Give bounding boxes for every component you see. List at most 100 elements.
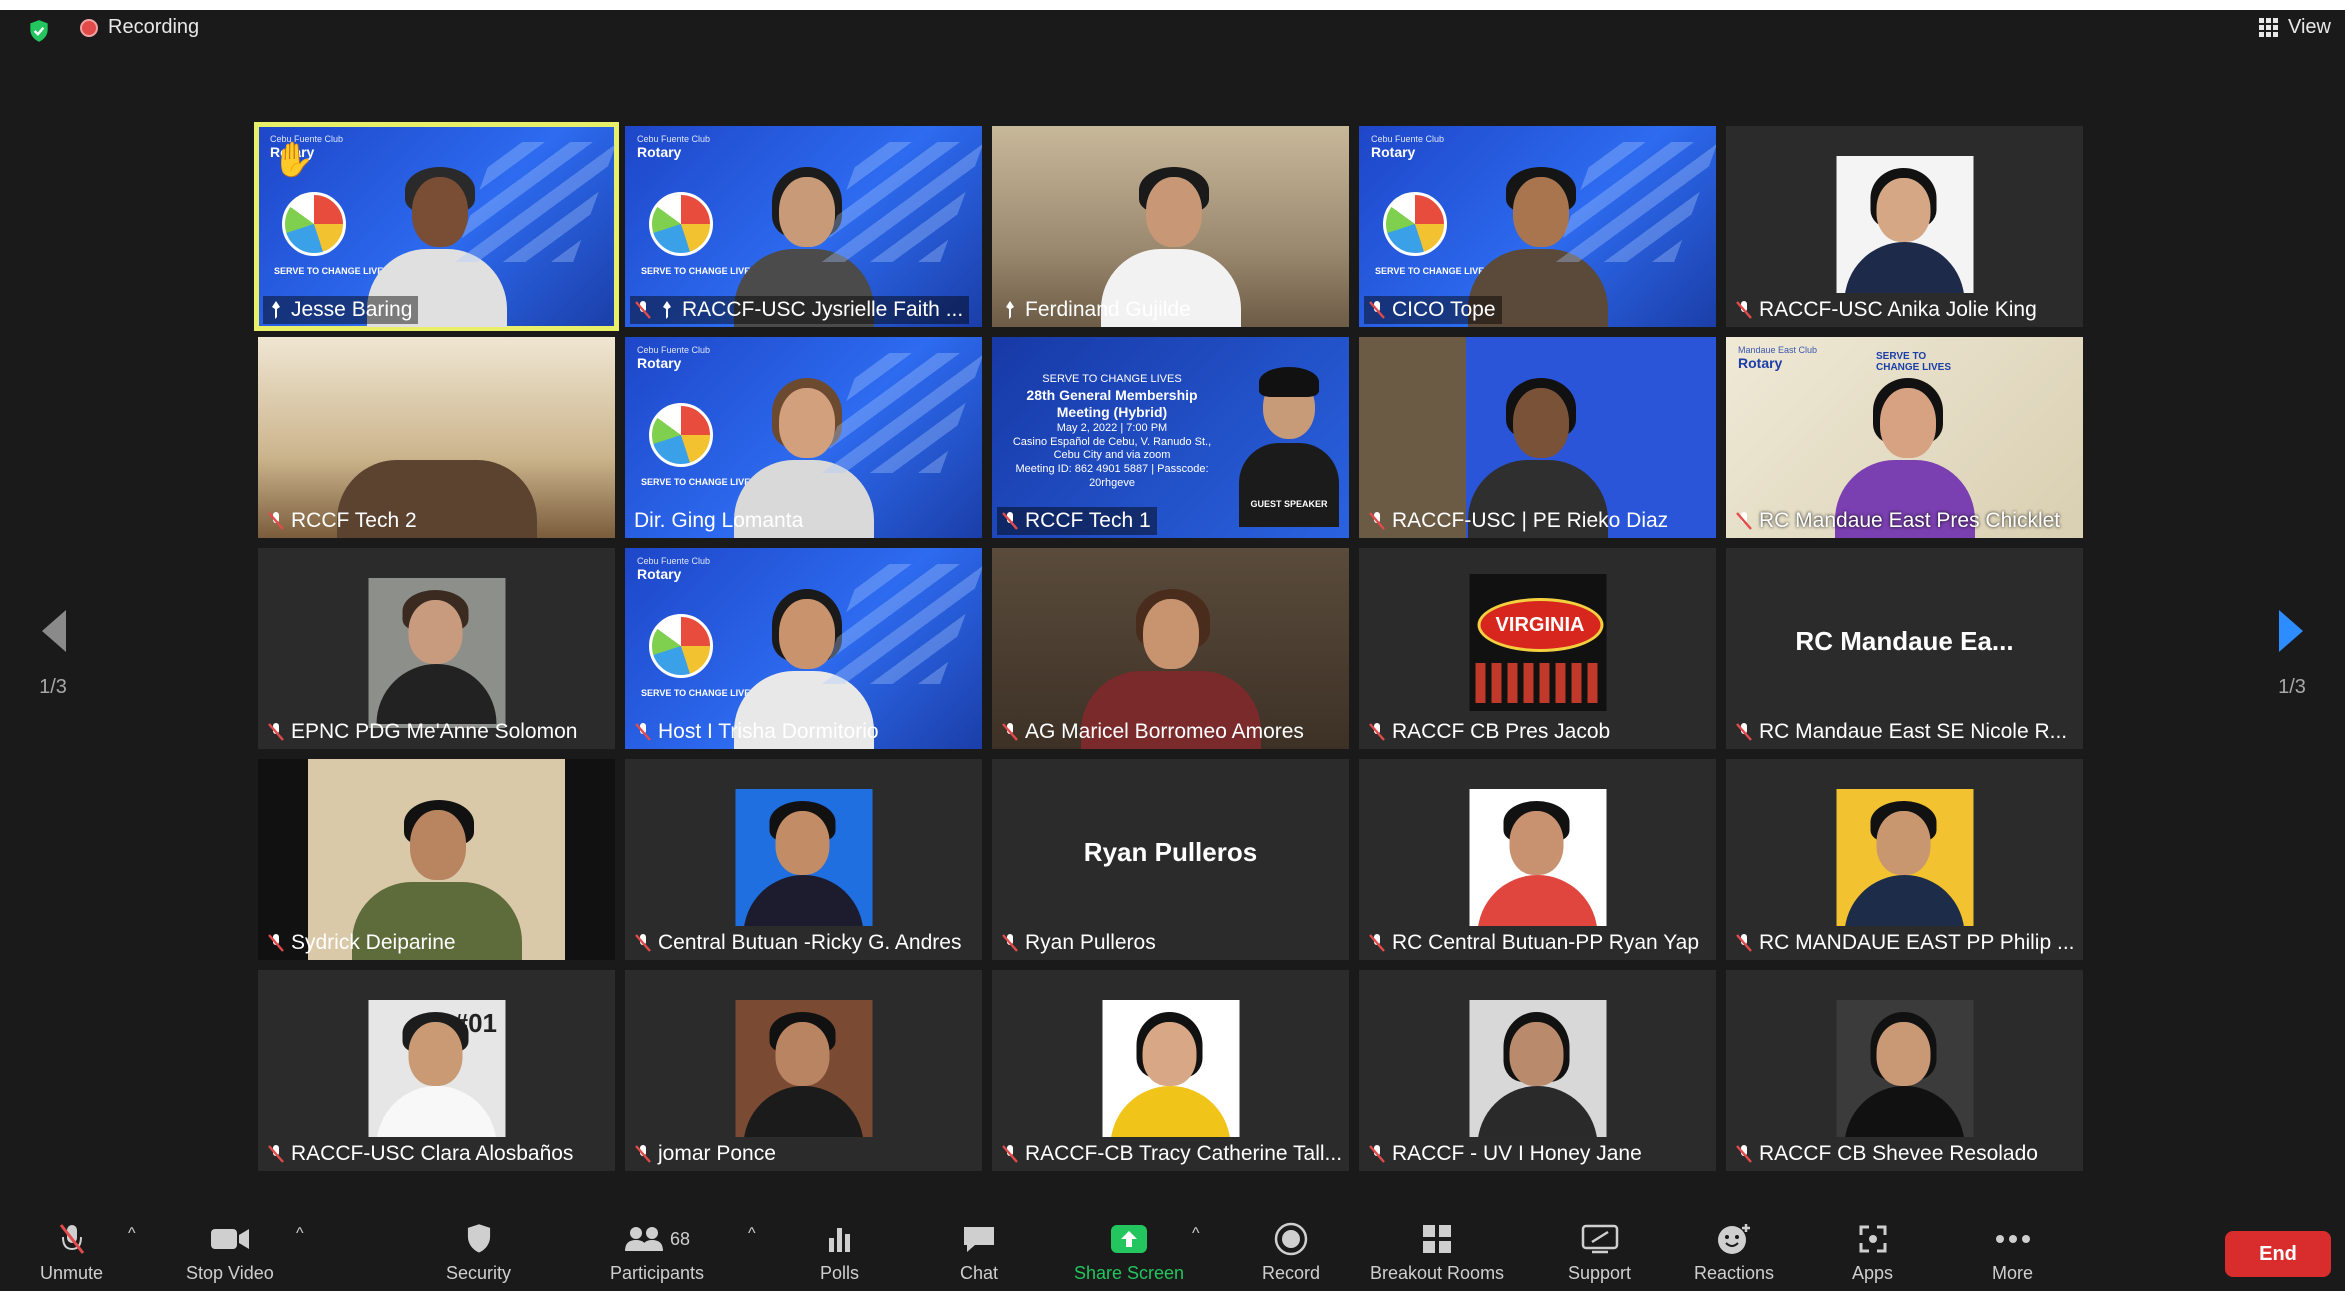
video-tile[interactable]: jomar Ponce	[625, 970, 982, 1171]
participant-name: RACCF CB Shevee Resolado	[1731, 1140, 2044, 1168]
participant-name: RACCF - UV I Honey Jane	[1364, 1140, 1648, 1168]
participant-name: RCCF Tech 2	[263, 507, 423, 535]
profile-photo	[735, 1000, 872, 1137]
video-tile[interactable]: Central Butuan -Ricky G. Andres	[625, 759, 982, 960]
participants-button[interactable]: 68 Participants	[610, 1223, 704, 1284]
participant-name: Jesse Baring	[263, 296, 419, 324]
breakout-rooms-icon	[1421, 1223, 1453, 1255]
audio-options-caret[interactable]: ^	[128, 1225, 136, 1243]
muted-mic-icon	[268, 723, 284, 741]
profile-photo	[368, 578, 505, 728]
video-tile[interactable]: Ferdinand Gujilde	[992, 126, 1349, 327]
video-tile[interactable]: Cebu Fuente Club Rotary SERVE TO CHANGE L…	[625, 548, 982, 749]
end-meeting-button[interactable]: End	[2225, 1231, 2331, 1277]
participant-name: RACCF-USC | PE Rieko Diaz	[1364, 507, 1674, 535]
share-options-caret[interactable]: ^	[1192, 1225, 1200, 1243]
video-tile[interactable]: Cebu Fuente Club Rotary SERVE TO CHANGE L…	[254, 122, 619, 331]
video-tile[interactable]: RACCF-USC | PE Rieko Diaz	[1359, 337, 1716, 538]
rotary-globe-icon	[1383, 192, 1447, 256]
breakout-rooms-button[interactable]: Breakout Rooms	[1370, 1223, 1504, 1284]
video-tile[interactable]: RC MANDAUE EAST PP Philip ...	[1726, 759, 2083, 960]
support-icon	[1580, 1223, 1620, 1255]
grid-view-icon	[2259, 18, 2278, 37]
video-tile[interactable]: Ryan Pulleros Ryan Pulleros	[992, 759, 1349, 960]
video-tile[interactable]: RACCF - UV I Honey Jane	[1359, 970, 1716, 1171]
video-tile[interactable]: #01 RACCF-USC Clara Alosbaños	[258, 970, 615, 1171]
unmute-button[interactable]: Unmute	[40, 1223, 103, 1284]
page-indicator-right: 1/3	[2278, 675, 2306, 698]
chat-button[interactable]: Chat	[960, 1223, 998, 1284]
guest-speaker-photo: GUEST SPEAKER	[1239, 357, 1339, 527]
video-tile[interactable]: VIRGINIA RACCF CB Pres Jacob	[1359, 548, 1716, 749]
participant-name: RC MANDAUE EAST PP Philip ...	[1731, 929, 2080, 957]
video-tile[interactable]: RACCF CB Shevee Resolado	[1726, 970, 2083, 1171]
participant-name: Central Butuan -Ricky G. Andres	[630, 929, 967, 957]
apps-button[interactable]: Apps	[1852, 1223, 1893, 1284]
reactions-button[interactable]: Reactions	[1694, 1223, 1774, 1284]
raised-hand-icon: ✋	[272, 141, 315, 179]
encryption-shield-icon[interactable]	[26, 18, 52, 44]
record-button[interactable]: Record	[1262, 1222, 1320, 1284]
previous-page-button[interactable]: 1/3	[18, 578, 88, 728]
participant-name: RC Mandaue East Pres Chicklet	[1731, 507, 2066, 535]
video-tile[interactable]: RACCF-USC Anika Jolie King	[1726, 126, 2083, 327]
participant-name: RCCF Tech 1	[997, 507, 1157, 535]
video-tile[interactable]: Cebu Fuente Club Rotary SERVE TO CHANGE L…	[625, 337, 982, 538]
participants-options-caret[interactable]: ^	[748, 1225, 756, 1243]
muted-mic-icon	[635, 934, 651, 952]
participant-name: RC Mandaue East SE Nicole R...	[1731, 718, 2073, 746]
more-dots-icon	[1995, 1223, 2031, 1255]
video-options-caret[interactable]: ^	[296, 1225, 304, 1243]
video-tile[interactable]: RC Mandaue Ea... RC Mandaue East SE Nico…	[1726, 548, 2083, 749]
participant-name: Ryan Pulleros	[997, 929, 1162, 957]
muted-mic-icon	[635, 1145, 651, 1163]
polls-button[interactable]: Polls	[820, 1223, 859, 1284]
recording-indicator[interactable]: Recording	[80, 16, 199, 39]
view-label: View	[2288, 16, 2331, 38]
rotary-globe-icon	[649, 614, 713, 678]
rotary-globe-icon	[649, 192, 713, 256]
video-tile[interactable]: Cebu Fuente Club Rotary SERVE TO CHANGE L…	[1359, 126, 1716, 327]
pin-icon	[663, 301, 671, 319]
muted-mic-icon	[1002, 934, 1018, 952]
chat-bubble-icon	[961, 1223, 997, 1255]
participant-name: EPNC PDG Me'Anne Solomon	[263, 718, 583, 746]
profile-photo	[1102, 1000, 1239, 1137]
video-tile[interactable]: Mandaue East Club Rotary SERVE TO CHANGE …	[1726, 337, 2083, 538]
apps-icon	[1857, 1223, 1889, 1255]
support-button[interactable]: Support	[1568, 1223, 1631, 1284]
muted-mic-icon	[268, 1145, 284, 1163]
video-tile[interactable]: RCCF Tech 2	[258, 337, 615, 538]
video-tile[interactable]: Sydrick Deiparine	[258, 759, 615, 960]
display-name: RC Mandaue Ea...	[1795, 626, 2014, 656]
club-logo: Mandaue East Club Rotary	[1738, 345, 1818, 371]
next-page-button[interactable]: 1/3	[2257, 578, 2327, 728]
muted-mic-icon	[1369, 301, 1385, 319]
share-screen-button[interactable]: Share Screen	[1074, 1223, 1184, 1284]
muted-mic-icon	[268, 512, 284, 530]
profile-photo	[1469, 1000, 1606, 1137]
smiley-icon	[1716, 1223, 1752, 1255]
video-tile[interactable]: EPNC PDG Me'Anne Solomon	[258, 548, 615, 749]
video-tile[interactable]: RC Central Butuan-PP Ryan Yap	[1359, 759, 1716, 960]
security-button[interactable]: Security	[446, 1223, 511, 1284]
virginia-logo: VIRGINIA	[1469, 574, 1606, 711]
video-tile[interactable]: SERVE TO CHANGE LIVES 28th General Membe…	[992, 337, 1349, 538]
video-tile[interactable]: RACCF-CB Tracy Catherine Tall...	[992, 970, 1349, 1171]
rotary-globe-icon	[649, 403, 713, 467]
video-tile[interactable]: Cebu Fuente Club Rotary SERVE TO CHANGE L…	[625, 126, 982, 327]
muted-mic-icon	[1369, 512, 1385, 530]
muted-mic-icon	[1736, 723, 1752, 741]
muted-mic-icon	[1002, 512, 1018, 530]
profile-photo: #01	[368, 1000, 505, 1137]
muted-mic-icon	[1736, 512, 1752, 530]
muted-mic-icon	[635, 301, 651, 319]
arrow-right-icon	[2279, 609, 2303, 652]
more-button[interactable]: More	[1992, 1223, 2033, 1284]
stop-video-button[interactable]: Stop Video	[186, 1223, 274, 1284]
video-tile[interactable]: AG Maricel Borromeo Amores	[992, 548, 1349, 749]
display-name: Ryan Pulleros	[1083, 837, 1258, 867]
view-button[interactable]: View	[2259, 16, 2331, 39]
muted-mic-icon	[1369, 934, 1385, 952]
profile-photo	[735, 789, 872, 926]
